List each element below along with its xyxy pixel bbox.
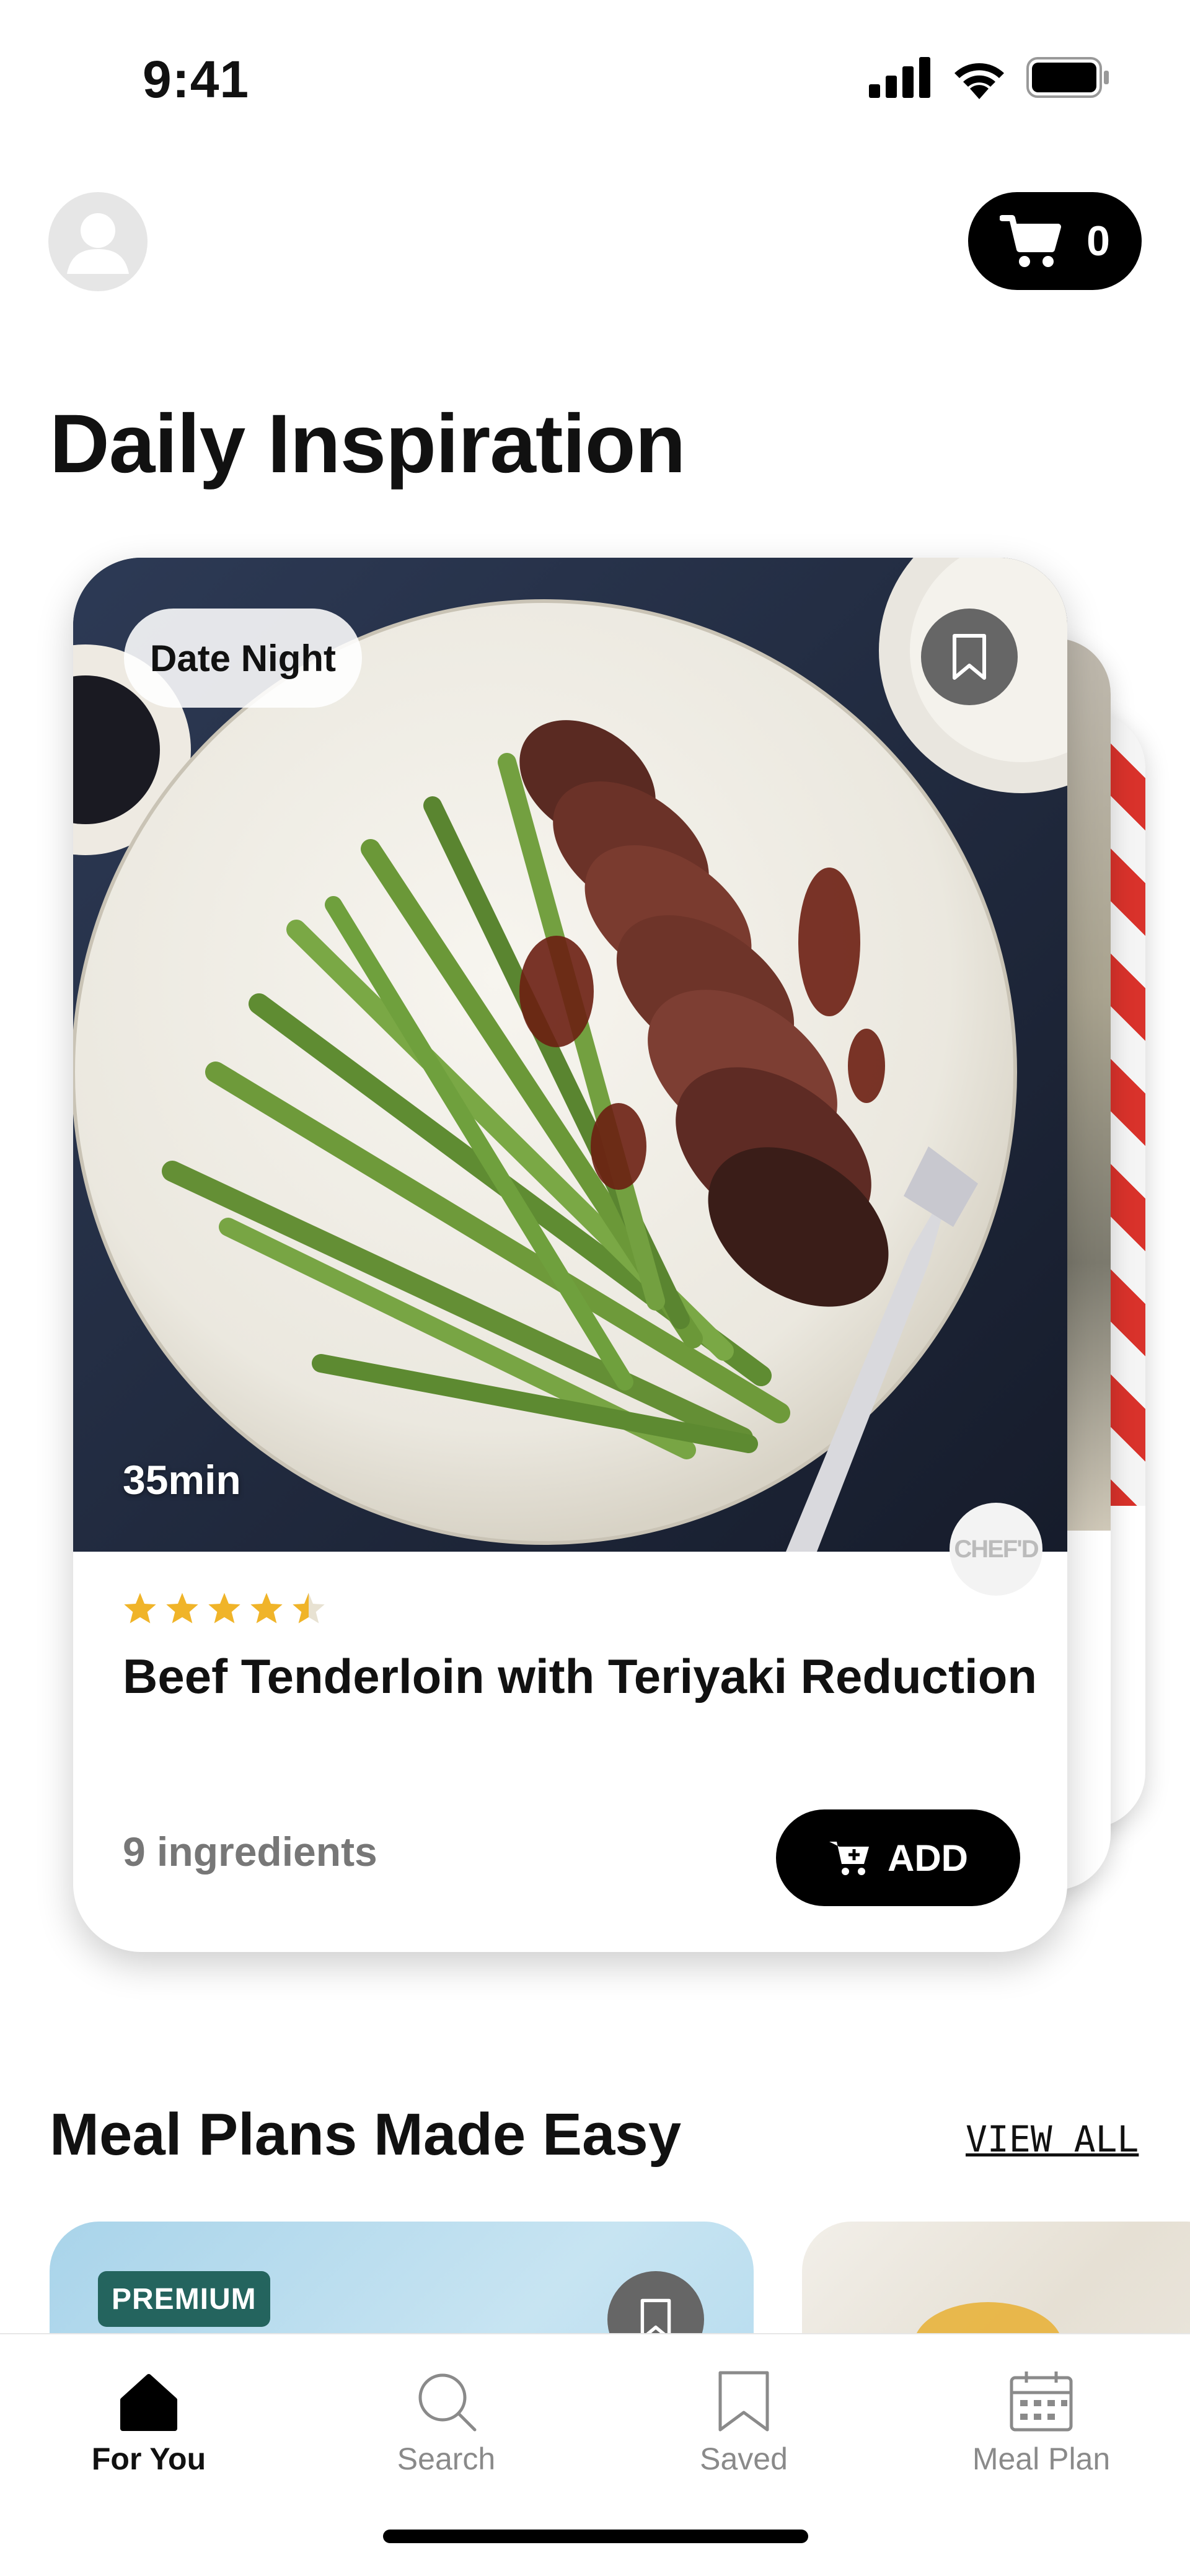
tab-search[interactable]: Search	[298, 2334, 595, 2477]
section-title-meal-plans: Meal Plans Made Easy	[50, 2101, 682, 2168]
page-title: Daily Inspiration	[50, 398, 685, 490]
tab-label: For You	[91, 2442, 206, 2476]
tab-label: Saved	[700, 2442, 788, 2476]
tab-meal-plan[interactable]: Meal Plan	[892, 2334, 1190, 2477]
bookmark-icon	[953, 634, 986, 680]
tab-for-you[interactable]: For You	[0, 2334, 298, 2477]
featured-recipe-card[interactable]: Date Night 35min CHEF'D Beef Tenderloin …	[73, 558, 1067, 1952]
recipe-name: Beef Tenderloin with Teriyaki Reduction	[123, 1649, 1037, 1703]
recipe-photo: Date Night 35min	[73, 558, 1067, 1552]
search-icon	[418, 2373, 477, 2432]
calendar-icon	[1010, 2372, 1073, 2432]
cellular-signal-icon	[869, 57, 931, 101]
recipe-tag: Date Night	[124, 609, 362, 708]
cart-count: 0	[1086, 218, 1110, 265]
profile-avatar[interactable]	[48, 192, 148, 291]
user-icon	[67, 213, 129, 274]
premium-badge: PREMIUM	[98, 2271, 270, 2327]
cart-icon	[1000, 215, 1062, 267]
star-icon	[166, 1593, 198, 1624]
star-icon	[124, 1593, 156, 1624]
tab-label: Search	[397, 2442, 496, 2476]
star-half-icon	[293, 1593, 325, 1624]
bookmark-icon	[718, 2371, 769, 2432]
home-icon	[120, 2374, 177, 2431]
cart-button[interactable]: 0	[968, 192, 1142, 290]
view-all-link[interactable]: VIEW ALL	[966, 2118, 1139, 2160]
add-to-cart-button[interactable]: ADD	[776, 1809, 1020, 1906]
battery-icon	[1026, 57, 1109, 101]
bookmark-button[interactable]	[921, 609, 1018, 705]
cook-time: 35min	[123, 1457, 241, 1503]
star-icon	[250, 1593, 283, 1624]
star-icon	[208, 1593, 240, 1624]
cart-add-icon	[829, 1842, 869, 1875]
tab-label: Meal Plan	[972, 2442, 1111, 2476]
rating-stars	[123, 1591, 326, 1625]
status-time: 9:41	[143, 50, 250, 108]
brand-badge-text: CHEF'D	[954, 1535, 1039, 1563]
brand-badge: CHEF'D	[950, 1503, 1042, 1596]
wifi-icon	[950, 56, 1009, 102]
ingredient-count: 9 ingredients	[123, 1829, 377, 1875]
home-indicator	[383, 2530, 808, 2543]
add-button-label: ADD	[888, 1837, 968, 1879]
tab-saved[interactable]: Saved	[595, 2334, 892, 2477]
